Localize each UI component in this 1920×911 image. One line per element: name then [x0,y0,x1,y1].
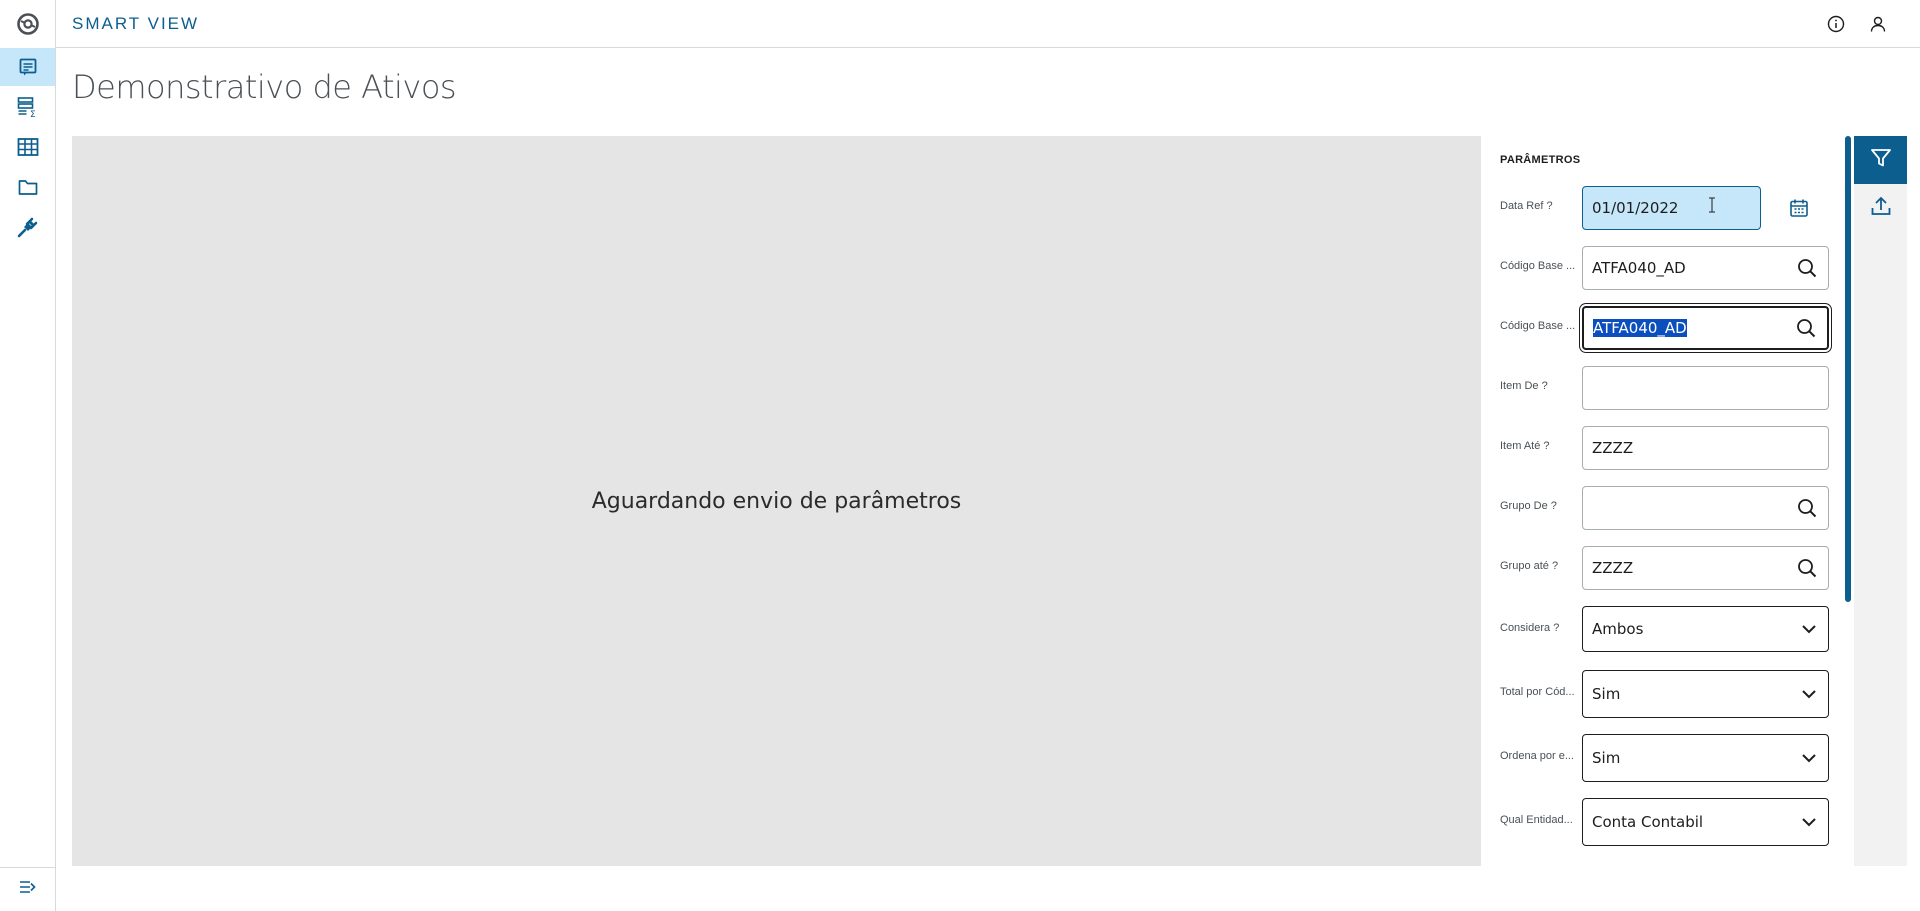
codigo-base-1-input[interactable]: ATFA040_AD [1582,246,1829,290]
sidebar-item-folder[interactable] [0,168,55,206]
sidebar-item-grid[interactable] [0,128,55,166]
total-por-cod-select[interactable]: Sim [1582,670,1829,718]
plug-icon [16,215,40,239]
text-cursor-icon [1708,197,1716,217]
considera-select[interactable]: Ambos [1582,606,1829,652]
field-label-considera: Considera ? [1500,622,1560,634]
filter-icon [1870,147,1892,174]
field-label-item-de: Item De ? [1500,380,1548,392]
chevron-down-icon [1801,624,1817,634]
ordena-por-value: Sim [1592,749,1621,767]
field-label-ordena-por: Ordena por e... [1500,750,1574,762]
field-label-codigo-base-1: Código Base ... [1500,260,1576,272]
app-brand: SMART VIEW [72,14,200,33]
sidebar-item-reports[interactable] [0,48,55,86]
codigo-base-2-value: ATFA040_AD [1593,319,1687,337]
field-label-qual-entidade: Qual Entidad... [1500,814,1573,826]
folder-icon [18,178,38,196]
app-root: Σ SMART VIEW Demonstrativo de Ativos Agu… [0,0,1920,911]
search-icon[interactable] [1796,318,1816,338]
filter-button[interactable] [1854,136,1907,184]
svg-text:Σ: Σ [30,110,36,118]
chevron-down-icon [1801,689,1817,699]
chevron-down-icon [1801,817,1817,827]
search-icon[interactable] [1797,558,1817,578]
totvs-logo-icon[interactable] [0,0,56,48]
right-toolbar [1854,136,1907,866]
total-por-cod-value: Sim [1592,685,1621,703]
left-sidebar: Σ [0,0,56,911]
field-label-grupo-ate: Grupo até ? [1500,560,1559,572]
ordena-por-select[interactable]: Sim [1582,734,1829,782]
user-icon[interactable] [1866,12,1890,36]
grid-icon [17,137,39,157]
grupo-ate-value: ZZZZ [1592,559,1634,577]
field-label-grupo-de: Grupo De ? [1500,500,1557,512]
calendar-icon[interactable] [1787,196,1811,220]
chevron-down-icon [1801,753,1817,763]
upload-icon [1870,195,1892,222]
parameters-title: PARÂMETROS [1500,154,1581,166]
item-ate-input[interactable]: ZZZZ [1582,426,1829,470]
search-icon[interactable] [1797,258,1817,278]
sidebar-item-data-view[interactable]: Σ [0,88,55,126]
info-icon[interactable] [1824,12,1848,36]
field-label-codigo-base-2: Código Base ... [1500,320,1576,332]
field-label-item-ate: Item Até ? [1500,440,1550,452]
page-title: Demonstrativo de Ativos [72,68,457,106]
report-status-message: Aguardando envio de parâmetros [591,488,962,514]
grupo-ate-input[interactable]: ZZZZ [1582,546,1829,590]
export-button[interactable] [1854,184,1907,232]
data-ref-value: 01/01/2022 [1592,199,1679,217]
codigo-base-2-input[interactable]: ATFA040_AD [1582,306,1829,350]
search-icon[interactable] [1797,498,1817,518]
grupo-de-input[interactable] [1582,486,1829,530]
table-sum-icon: Σ [17,96,39,118]
codigo-base-1-value: ATFA040_AD [1592,259,1686,277]
qual-entidade-select[interactable]: Conta Contabil [1582,798,1829,846]
item-ate-value: ZZZZ [1592,439,1634,457]
item-de-input[interactable] [1582,366,1829,410]
considera-value: Ambos [1592,620,1644,638]
parameters-panel: PARÂMETROS Data Ref ? 01/01/2022 Código … [1481,136,1845,866]
data-ref-date-input[interactable]: 01/01/2022 [1582,186,1761,230]
collapse-menu-icon [19,880,37,899]
qual-entidade-value: Conta Contabil [1592,813,1704,831]
field-label-data-ref: Data Ref ? [1500,200,1553,212]
report-icon [18,57,38,77]
collapse-menu-button[interactable] [0,867,55,911]
top-bar: SMART VIEW [56,0,1920,48]
report-viewer: Aguardando envio de parâmetros [72,136,1481,866]
parameters-scrollbar[interactable] [1845,136,1851,602]
sidebar-item-plugin[interactable] [0,208,55,246]
field-label-total-por-cod: Total por Cód... [1500,686,1575,698]
